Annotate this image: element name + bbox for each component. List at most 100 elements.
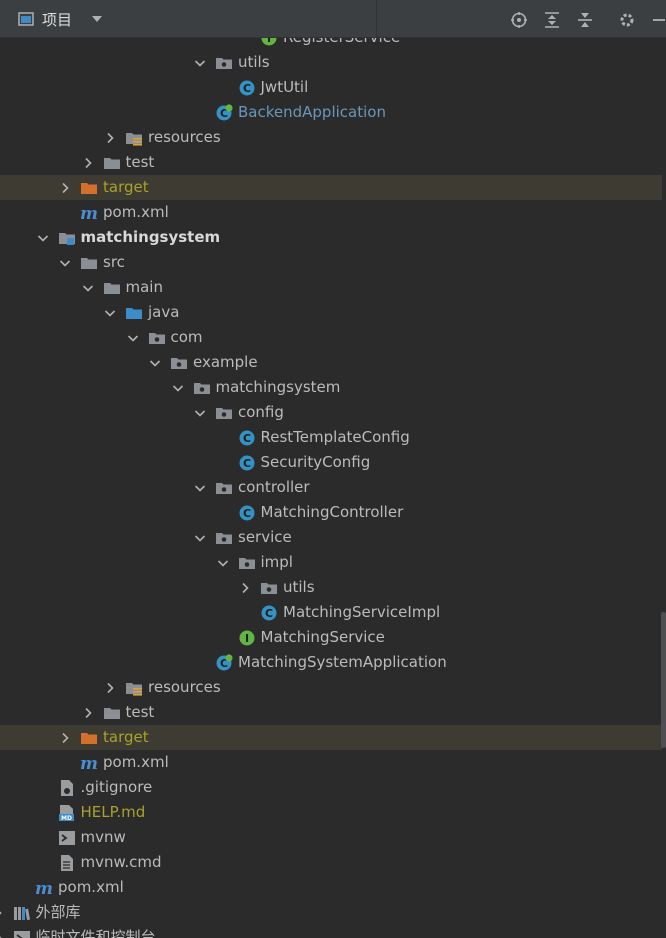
tree-node[interactable]: m pom.xml: [0, 750, 662, 775]
collapse-all-icon[interactable]: [576, 11, 594, 29]
class-icon: C: [239, 80, 254, 96]
tree-node[interactable]: m pom.xml: [0, 875, 662, 900]
project-view-icon[interactable]: [18, 11, 34, 27]
tree-node[interactable]: 外部库: [0, 900, 662, 925]
tree-node[interactable]: I MatchingService: [0, 625, 662, 650]
spring-boot-class-icon: C: [216, 654, 233, 671]
tree-node[interactable]: test: [0, 700, 662, 725]
package-icon: [216, 408, 232, 419]
tree-node[interactable]: resources: [0, 675, 662, 700]
tree-node[interactable]: java: [0, 300, 662, 325]
chevron-right-icon[interactable]: [104, 682, 116, 694]
tree-node[interactable]: test: [0, 150, 662, 175]
chevron-down-icon[interactable]: [149, 357, 161, 369]
tree-node-label: MatchingService: [260, 628, 385, 646]
chevron-right-icon[interactable]: [82, 157, 94, 169]
tree-node[interactable]: .gitignore: [0, 775, 662, 800]
tree-node[interactable]: mvnw.cmd: [0, 850, 662, 875]
maven-icon: m: [80, 754, 98, 772]
tree-node[interactable]: MD HELP.md: [0, 800, 662, 825]
chevron-right-icon[interactable]: [0, 907, 4, 919]
tree-node[interactable]: controller: [0, 475, 662, 500]
chevron-right-icon[interactable]: [82, 707, 94, 719]
tree-node[interactable]: src: [0, 250, 662, 275]
tree-node[interactable]: 临时文件和控制台: [0, 925, 662, 938]
class-icon: C: [239, 505, 254, 521]
chevron-right-icon[interactable]: [0, 932, 4, 938]
chevron-down-icon[interactable]: [194, 532, 206, 544]
chevron-down-icon[interactable]: [217, 557, 229, 569]
tree-node[interactable]: matchingsystem: [0, 225, 662, 250]
chevron-down-icon[interactable]: [194, 57, 206, 69]
markdown-file-icon: MD: [58, 805, 74, 822]
tree-node-label: resources: [148, 678, 221, 696]
resources-folder-icon: [126, 133, 142, 146]
interface-icon: I: [239, 630, 254, 646]
chevron-down-icon[interactable]: [59, 257, 71, 269]
chevron-down-icon[interactable]: [127, 332, 139, 344]
chevron-right-icon[interactable]: [104, 132, 116, 144]
chevron-down-icon[interactable]: [194, 407, 206, 419]
tree-node[interactable]: resources: [0, 125, 662, 150]
tree-node-label: src: [103, 253, 125, 271]
chevron-down-icon[interactable]: [194, 482, 206, 494]
vertical-scrollbar[interactable]: [661, 612, 666, 748]
tree-node[interactable]: m pom.xml: [0, 200, 662, 225]
package-icon: [261, 583, 277, 594]
tree-node-label: test: [125, 153, 155, 171]
locate-icon[interactable]: [510, 11, 528, 29]
tree-node[interactable]: I RegisterService: [0, 38, 662, 50]
gear-icon[interactable]: [618, 11, 636, 29]
tree-node[interactable]: com: [0, 325, 662, 350]
tree-node[interactable]: C RestTemplateConfig: [0, 425, 662, 450]
class-icon: C: [261, 605, 277, 621]
tree-node[interactable]: config: [0, 400, 662, 425]
expand-all-icon[interactable]: [543, 11, 561, 29]
tree-node[interactable]: impl: [0, 550, 662, 575]
svg-text:I: I: [244, 632, 248, 645]
svg-text:m: m: [35, 879, 53, 897]
minimize-icon[interactable]: [650, 11, 666, 29]
tree-node-label: impl: [260, 553, 293, 571]
module-icon: [58, 233, 75, 245]
tree-node[interactable]: C SecurityConfig: [0, 450, 662, 475]
svg-text:C: C: [242, 82, 250, 95]
tree-node-label: BackendApplication: [238, 103, 386, 121]
tree-node[interactable]: service: [0, 525, 662, 550]
tree-node-label: 外部库: [35, 903, 81, 921]
tree-node[interactable]: target: [0, 175, 662, 200]
tree-node[interactable]: target: [0, 725, 662, 750]
chevron-right-icon[interactable]: [59, 182, 71, 194]
tree-node[interactable]: C MatchingController: [0, 500, 662, 525]
chevron-down-icon[interactable]: [82, 282, 94, 294]
source-folder-icon: [126, 308, 142, 319]
chevron-right-icon[interactable]: [59, 732, 71, 744]
chevron-down-icon[interactable]: [172, 382, 184, 394]
chevron-right-icon[interactable]: [239, 582, 251, 594]
tree-node[interactable]: C MatchingSystemApplication: [0, 650, 662, 675]
tree-node[interactable]: example: [0, 350, 662, 375]
svg-text:I: I: [267, 38, 271, 45]
tree-node[interactable]: matchingsystem: [0, 375, 662, 400]
tree-node[interactable]: utils: [0, 50, 662, 75]
tree-node[interactable]: C MatchingServiceImpl: [0, 600, 662, 625]
chevron-down-icon[interactable]: [37, 232, 49, 244]
project-view-title[interactable]: 项目: [42, 9, 72, 30]
chevron-down-icon[interactable]: [104, 307, 116, 319]
library-icon: [13, 907, 30, 921]
package-icon: [171, 358, 187, 369]
tree-node[interactable]: utils: [0, 575, 662, 600]
svg-text:MD: MD: [61, 815, 72, 822]
tree-node-label: utils: [283, 578, 315, 596]
tree-node-label: matchingsystem: [215, 378, 341, 396]
tree-node-label: pom.xml: [58, 878, 124, 896]
tree-node-label: target: [103, 728, 149, 746]
svg-text:C: C: [265, 607, 273, 620]
tree-node[interactable]: C BackendApplication: [0, 100, 662, 125]
chevron-down-icon[interactable]: [90, 12, 104, 26]
project-tree[interactable]: I RegisterService utils C JwtUtil C BackendApp…: [0, 38, 666, 938]
tree-node[interactable]: main: [0, 275, 662, 300]
tree-node[interactable]: mvnw: [0, 825, 662, 850]
tree-node-label: test: [125, 703, 155, 721]
tree-node[interactable]: C JwtUtil: [0, 75, 662, 100]
